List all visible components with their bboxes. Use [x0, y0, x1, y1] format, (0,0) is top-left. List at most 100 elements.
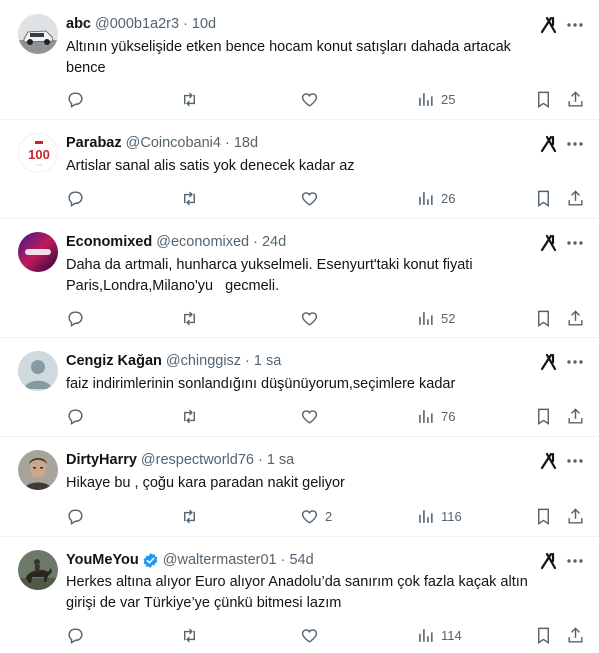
views-button[interactable]: 52 [416, 308, 455, 328]
reply-button[interactable] [66, 308, 85, 328]
man-portrait-icon [18, 450, 58, 490]
reply-button[interactable] [66, 406, 85, 426]
car-photo-icon [18, 14, 58, 54]
tweet[interactable]: YouMeYou @waltermaster01 · 54d Herkes al… [0, 538, 599, 653]
reply-button[interactable] [66, 188, 85, 208]
reply-icon [68, 408, 83, 425]
views-button[interactable]: 25 [416, 89, 455, 109]
tweet[interactable]: Economixed @economixed · 24d Daha da art… [0, 220, 599, 338]
like-button[interactable] [300, 89, 325, 109]
view-count: 26 [441, 190, 456, 206]
retweet-icon [184, 628, 195, 642]
avatar[interactable]: 100 ~~ [18, 133, 58, 173]
author-name[interactable]: Parabaz [66, 135, 122, 151]
reply-button[interactable] [66, 506, 85, 526]
horse-rider-icon [18, 550, 58, 590]
author-name[interactable]: YouMeYou [66, 552, 139, 568]
tweet[interactable]: Cengiz Kağan @chinggisz · 1 sa faiz indi… [0, 339, 599, 437]
reply-button[interactable] [66, 89, 85, 109]
bookmark-button[interactable] [534, 308, 553, 328]
author-handle[interactable]: @economixed [156, 234, 249, 250]
tweet[interactable]: abc @000b1a2r3 · 10d Altının yükselişide… [0, 0, 599, 120]
timestamp[interactable]: 1 sa [254, 353, 281, 369]
author-name[interactable]: Economixed [66, 234, 152, 250]
tweet[interactable]: 100 ~~ Parabaz @Coincobani4 · 18d Artisl… [0, 121, 599, 219]
view-count: 52 [441, 310, 456, 326]
like-button[interactable] [300, 625, 325, 645]
timestamp[interactable]: 54d [289, 552, 313, 568]
views-button[interactable]: 76 [416, 406, 455, 426]
more-options-icon[interactable] [565, 451, 585, 471]
share-icon [568, 626, 583, 643]
retweet-button[interactable] [180, 406, 199, 426]
retweet-button[interactable] [180, 89, 199, 109]
author-handle[interactable]: @respectworld76 [141, 452, 254, 468]
bookmark-button[interactable] [534, 625, 553, 645]
like-button[interactable] [300, 308, 325, 328]
share-button[interactable] [566, 308, 585, 328]
bookmark-button[interactable] [534, 188, 553, 208]
avatar[interactable] [18, 14, 58, 54]
timestamp[interactable]: 18d [234, 135, 258, 151]
like-button[interactable] [300, 188, 325, 208]
like-button[interactable] [300, 406, 325, 426]
views-button[interactable]: 26 [416, 188, 455, 208]
verified-badge-icon [142, 552, 159, 569]
tweet-header: Economixed @economixed · 24d [66, 232, 529, 252]
tweet-actions: 114 [60, 625, 585, 645]
grok-icon[interactable] [539, 352, 559, 372]
more-options-icon[interactable] [565, 551, 585, 571]
bookmark-button[interactable] [534, 89, 553, 109]
retweet-button[interactable] [180, 506, 199, 526]
more-options-icon[interactable] [565, 233, 585, 253]
avatar[interactable] [18, 232, 58, 272]
grok-icon[interactable] [539, 15, 559, 35]
retweet-button[interactable] [180, 625, 199, 645]
grok-icon[interactable] [539, 551, 559, 571]
more-options-icon[interactable] [565, 134, 585, 154]
views-button[interactable]: 116 [416, 506, 462, 526]
reply-button[interactable] [66, 625, 85, 645]
views-button[interactable]: 114 [416, 625, 462, 645]
bookmark-button[interactable] [534, 506, 553, 526]
author-name[interactable]: Cengiz Kağan [66, 353, 162, 369]
more-options-icon[interactable] [565, 352, 585, 372]
views-icon [419, 628, 433, 642]
retweet-button[interactable] [180, 188, 199, 208]
author-name[interactable]: DirtyHarry [66, 452, 137, 468]
reply-icon [68, 310, 83, 327]
avatar[interactable] [18, 450, 58, 490]
retweet-button[interactable] [180, 308, 199, 328]
share-button[interactable] [566, 89, 585, 109]
heart-icon [301, 311, 318, 326]
author-handle[interactable]: @Coincobani4 [126, 135, 221, 151]
avatar[interactable] [18, 550, 58, 590]
author-handle[interactable]: @waltermaster01 [163, 552, 277, 568]
more-options-icon[interactable] [565, 15, 585, 35]
separator-dot: · [245, 353, 250, 369]
tweet[interactable]: DirtyHarry @respectworld76 · 1 sa Hikaye… [0, 438, 599, 537]
timestamp[interactable]: 1 sa [267, 452, 294, 468]
like-button[interactable]: 2 [300, 506, 332, 526]
grok-icon[interactable] [539, 233, 559, 253]
tweet-header: Cengiz Kağan @chinggisz · 1 sa [66, 351, 529, 371]
share-button[interactable] [566, 406, 585, 426]
heart-icon [301, 509, 318, 524]
author-name[interactable]: abc [66, 16, 91, 32]
share-button[interactable] [566, 625, 585, 645]
heart-icon [301, 628, 318, 643]
author-handle[interactable]: @000b1a2r3 [95, 16, 179, 32]
bookmark-button[interactable] [534, 406, 553, 426]
timestamp[interactable]: 24d [262, 234, 286, 250]
share-button[interactable] [566, 506, 585, 526]
views-icon [419, 92, 433, 106]
author-handle[interactable]: @chinggisz [166, 353, 241, 369]
retweet-icon [184, 92, 195, 106]
grok-icon[interactable] [539, 134, 559, 154]
timestamp[interactable]: 10d [192, 16, 216, 32]
share-icon [568, 309, 583, 326]
gradient-logo-icon [18, 232, 58, 272]
avatar[interactable] [18, 351, 58, 391]
grok-icon[interactable] [539, 451, 559, 471]
share-button[interactable] [566, 188, 585, 208]
